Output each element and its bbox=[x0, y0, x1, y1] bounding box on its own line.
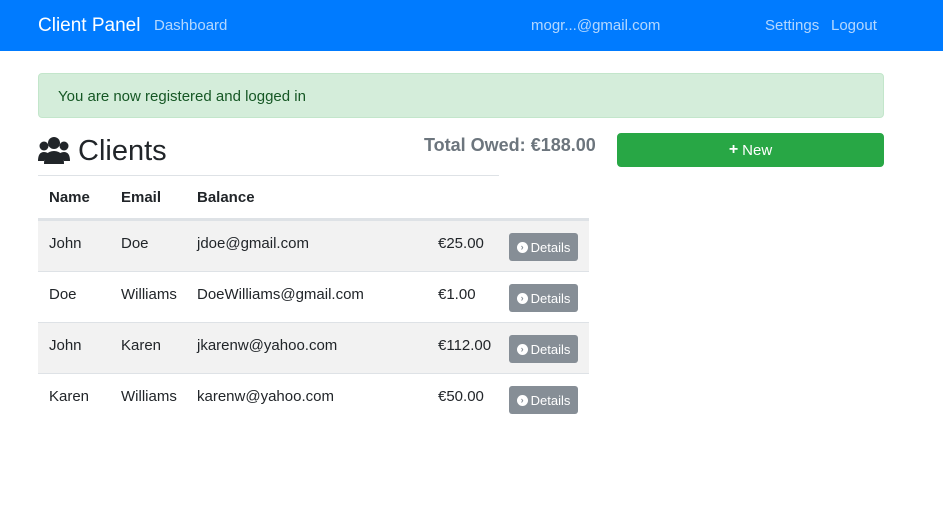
arrow-circle-right-icon: › bbox=[516, 292, 528, 304]
users-icon bbox=[38, 137, 70, 164]
client-email: jdoe@gmail.com bbox=[197, 235, 309, 252]
details-button[interactable]: › Details bbox=[509, 233, 578, 261]
client-last-name: Williams bbox=[121, 286, 177, 303]
client-balance: €112.00 bbox=[438, 337, 492, 354]
new-button-label: New bbox=[742, 141, 773, 159]
nav-settings-link[interactable]: Settings bbox=[765, 17, 819, 34]
details-label: Details bbox=[530, 341, 571, 357]
client-last-name: Doe bbox=[121, 235, 149, 252]
client-email: jkarenw@yahoo.com bbox=[197, 337, 338, 354]
client-first-name: Doe bbox=[49, 286, 77, 303]
client-email: DoeWilliams@gmail.com bbox=[197, 286, 364, 303]
total-owed-value: €188.00 bbox=[530, 135, 596, 155]
details-label: Details bbox=[530, 392, 571, 408]
new-client-button[interactable]: + New bbox=[617, 133, 884, 167]
client-balance: €25.00 bbox=[438, 235, 484, 252]
top-navbar: Client Panel Dashboard mogr...@gmail.com… bbox=[0, 0, 943, 51]
client-balance: €50.00 bbox=[438, 388, 484, 405]
arrow-circle-right-icon: › bbox=[516, 394, 528, 406]
column-header-balance: Balance bbox=[197, 189, 255, 206]
nav-logout-link[interactable]: Logout bbox=[831, 17, 877, 34]
details-button[interactable]: › Details bbox=[509, 386, 578, 414]
success-alert: You are now registered and logged in bbox=[38, 73, 884, 118]
column-header-email: Email bbox=[121, 189, 162, 206]
nav-dashboard-link[interactable]: Dashboard bbox=[154, 17, 227, 34]
plus-icon: + bbox=[728, 141, 739, 158]
details-button[interactable]: › Details bbox=[509, 335, 578, 363]
arrow-circle-right-icon: › bbox=[516, 241, 528, 253]
client-first-name: Karen bbox=[49, 388, 90, 405]
clients-table: Name Email Balance John Doe jdoe@gmail.c… bbox=[38, 176, 589, 424]
details-label: Details bbox=[530, 290, 571, 306]
client-last-name: Karen bbox=[121, 337, 162, 354]
client-last-name: Williams bbox=[121, 388, 177, 405]
total-owed: Total Owed: €188.00 bbox=[424, 135, 596, 156]
total-owed-label: Total Owed: bbox=[424, 135, 526, 155]
column-header-name: Name bbox=[49, 189, 90, 206]
table-row: John Karen jkarenw@yahoo.com €112.00 › D… bbox=[38, 322, 589, 373]
details-label: Details bbox=[530, 239, 571, 255]
table-row: Karen Williams karenw@yahoo.com €50.00 ›… bbox=[38, 373, 589, 424]
nav-user-email: mogr...@gmail.com bbox=[531, 17, 661, 34]
client-email: karenw@yahoo.com bbox=[197, 388, 334, 405]
page-title: Clients bbox=[78, 135, 167, 167]
client-first-name: John bbox=[49, 235, 82, 252]
client-first-name: John bbox=[49, 337, 82, 354]
table-row: Doe Williams DoeWilliams@gmail.com €1.00… bbox=[38, 271, 589, 322]
client-balance: €1.00 bbox=[438, 286, 476, 303]
table-row: John Doe jdoe@gmail.com €25.00 › Details bbox=[38, 220, 589, 271]
alert-message: You are now registered and logged in bbox=[58, 88, 306, 105]
table-header: Name Email Balance bbox=[38, 176, 589, 220]
arrow-circle-right-icon: › bbox=[516, 343, 528, 355]
brand-link[interactable]: Client Panel bbox=[38, 15, 140, 37]
details-button[interactable]: › Details bbox=[509, 284, 578, 312]
